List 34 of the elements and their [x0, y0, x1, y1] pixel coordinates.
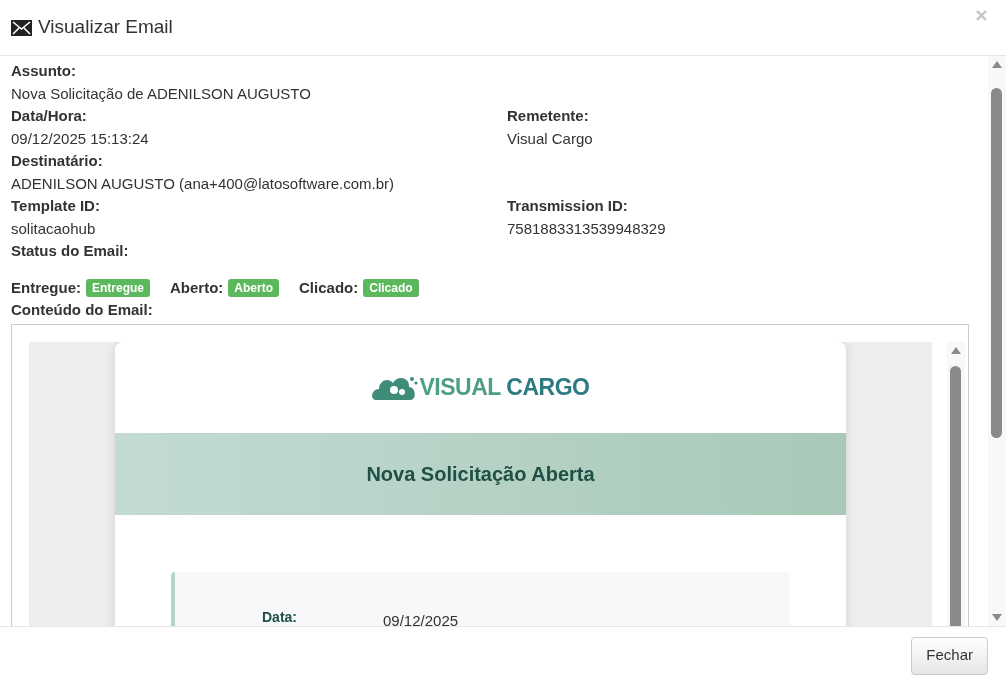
status-label: Aberto:	[170, 277, 224, 298]
field-value: solitacaohub	[11, 218, 97, 239]
logo-text: VISUAL CARGO	[419, 375, 590, 399]
field-label: Destinatário:	[11, 151, 104, 171]
modal-title: Visualizar Email	[38, 15, 173, 40]
scroll-down-icon[interactable]	[991, 612, 1003, 622]
envelope-icon	[11, 19, 32, 36]
content-label: Conteúdo do Email:	[11, 300, 154, 320]
field-label: Data/Hora:	[11, 106, 88, 126]
detail-value: 09/12/2025	[383, 611, 459, 626]
field-label: Transmission ID:	[507, 196, 629, 216]
scrollbar[interactable]	[947, 341, 965, 626]
status-badge: Aberto	[228, 278, 280, 297]
cloud-logo-icon	[371, 374, 418, 401]
field-label: Status do Email:	[11, 241, 130, 261]
close-button[interactable]: Fechar	[911, 636, 988, 675]
status-label: Clicado:	[299, 277, 359, 298]
status-badge: Clicado	[363, 278, 419, 297]
field-value: Visual Cargo	[507, 128, 594, 149]
field-value: 09/12/2025 15:13:24	[11, 128, 150, 149]
field-value: Nova Solicitação de ADENILSON AUGUSTO	[11, 83, 312, 104]
detail-label: Data:	[262, 608, 298, 626]
status-label: Entregue:	[11, 277, 81, 298]
scroll-up-icon[interactable]	[991, 60, 1003, 70]
scrollbar[interactable]	[988, 56, 1006, 626]
banner-title: Nova Solicitação Aberta	[366, 462, 595, 486]
field-label: Assunto:	[11, 61, 77, 81]
field-label: Remetente:	[507, 106, 590, 126]
scroll-up-icon[interactable]	[950, 345, 962, 356]
field-value: ADENILSON AUGUSTO (ana+400@latosoftware.com.br)	[11, 173, 395, 194]
field-label: Template ID:	[11, 196, 101, 216]
field-value: 7581883313539948329	[507, 218, 667, 239]
status-badge: Entregue	[86, 278, 151, 297]
close-button[interactable]	[976, 10, 987, 21]
